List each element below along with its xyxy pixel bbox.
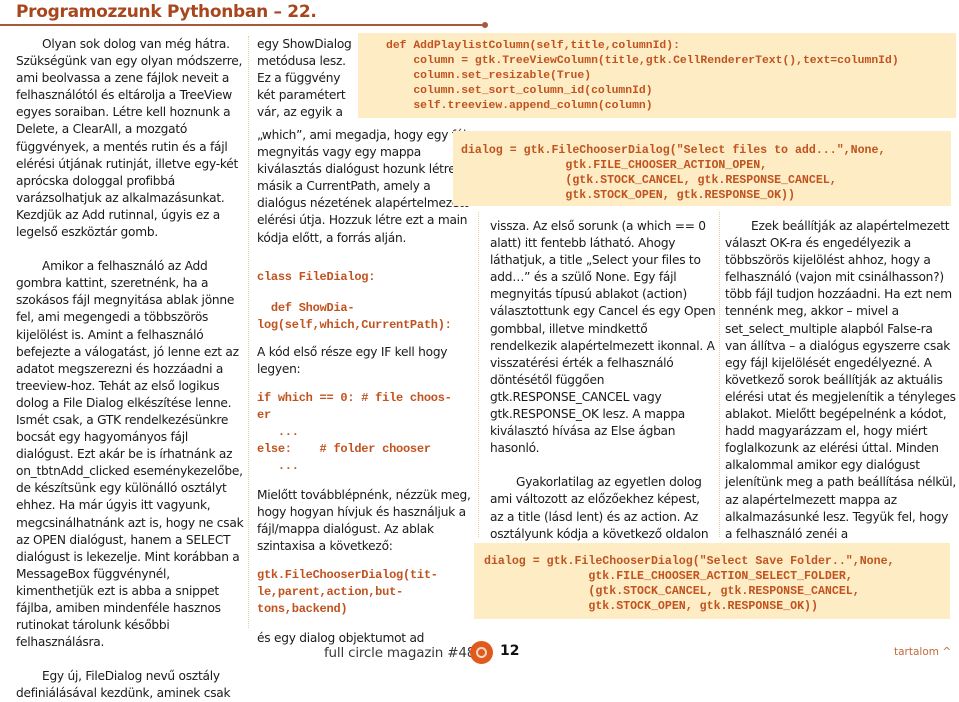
paragraph: Ezek beállítják az alapértelmezett válas… — [725, 219, 957, 558]
magazine-name: full circle magazin #48 — [324, 645, 476, 661]
column-1: Olyan sok dolog van még hátra. Szükségün… — [16, 36, 244, 702]
code-if-block: if which == 0: # file choos- er ... else… — [257, 390, 452, 473]
paragraph: egy ShowDialog metódusa lesz. Ez a függv… — [257, 37, 352, 120]
code-text: def AddPlaylistColumn(self,title,columnI… — [386, 40, 899, 112]
column-separator — [719, 212, 720, 537]
paragraph: Olyan sok dolog van még hátra. Szükségün… — [16, 37, 243, 240]
code-method-definition: def ShowDia- log(self,which,CurrentPath)… — [257, 300, 452, 332]
column-2-intro-narrow: egy ShowDialog metódusa lesz. Ez a függv… — [257, 36, 354, 121]
page-number: 12 — [500, 643, 520, 659]
paragraph: Mielőtt továbblépnénk, nézzük meg, hogy … — [257, 487, 471, 554]
column-separator — [478, 212, 479, 537]
column-separator — [248, 36, 249, 628]
article-title: Programozzunk Pythonban – 22. — [16, 2, 317, 22]
code-box-add-playlist-column: def AddPlaylistColumn(self,title,columnI… — [358, 33, 956, 118]
column-2: „which”, ami megadja, hogy egy fáj megny… — [257, 127, 475, 647]
code-text: dialog = gtk.FileChooserDialog("Select S… — [484, 555, 895, 613]
code-box-save-dialog: dialog = gtk.FileChooserDialog("Select S… — [474, 543, 950, 619]
ubuntu-logo-icon — [470, 641, 493, 664]
column-3: vissza. Az első sorunk (a which == 0 ala… — [490, 218, 716, 560]
title-rule-dot — [482, 22, 488, 28]
paragraph: „which”, ami megadja, hogy egy fáj megny… — [257, 128, 471, 245]
code-syntax: gtk.FileChooserDialog(tit- le,parent,act… — [257, 568, 438, 617]
table-of-contents-link[interactable]: tartalom ^ — [894, 646, 951, 658]
paragraph: A kód első része egy IF kell hogy legyen… — [257, 344, 448, 376]
title-rule — [0, 24, 485, 26]
code-text: dialog = gtk.FileChooserDialog("Select f… — [461, 144, 886, 202]
column-4: Ezek beállítják az alapértelmezett válas… — [725, 218, 957, 560]
paragraph: Amikor a felhasználó az Add gombra katti… — [16, 259, 244, 650]
paragraph: Egy új, FileDialog nevű osztály definiál… — [16, 669, 231, 701]
code-class-definition: class FileDialog: — [257, 269, 376, 284]
code-box-open-dialog: dialog = gtk.FileChooserDialog("Select f… — [453, 131, 951, 206]
paragraph: vissza. Az első sorunk (a which == 0 ala… — [490, 219, 716, 456]
